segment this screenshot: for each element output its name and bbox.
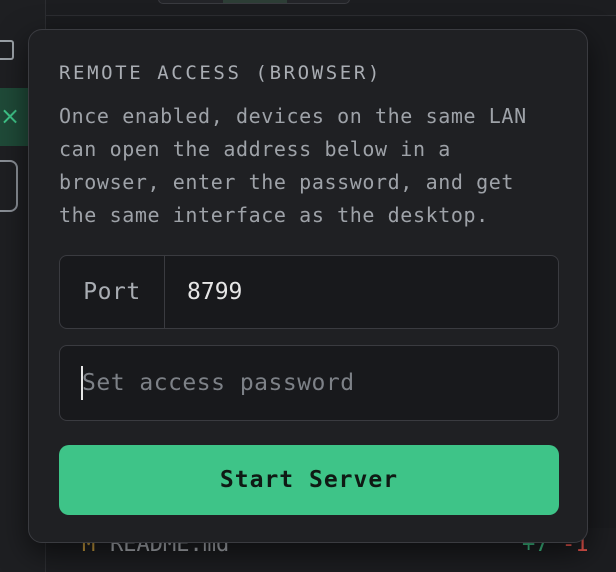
port-label: Port	[60, 256, 165, 328]
start-server-button[interactable]: Start Server	[59, 445, 559, 515]
sidebar-button[interactable]	[0, 160, 18, 212]
panel-description: Once enabled, devices on the same LAN ca…	[59, 104, 527, 227]
panel-title: REMOTE ACCESS (BROWSER)	[59, 62, 382, 84]
segmented-control-active-segment[interactable]	[223, 0, 287, 3]
port-field: Port	[59, 255, 559, 329]
new-file-icon[interactable]	[0, 40, 14, 60]
text-caret	[81, 366, 83, 400]
remote-access-panel: REMOTE ACCESS (BROWSER) Once enabled, de…	[28, 29, 588, 543]
top-toolbar	[46, 0, 616, 16]
password-input[interactable]	[59, 345, 559, 421]
close-icon[interactable]: ×	[0, 102, 20, 130]
port-input[interactable]	[165, 256, 558, 328]
active-sidebar-item[interactable]: ×	[0, 88, 30, 146]
segmented-control[interactable]	[158, 0, 350, 4]
